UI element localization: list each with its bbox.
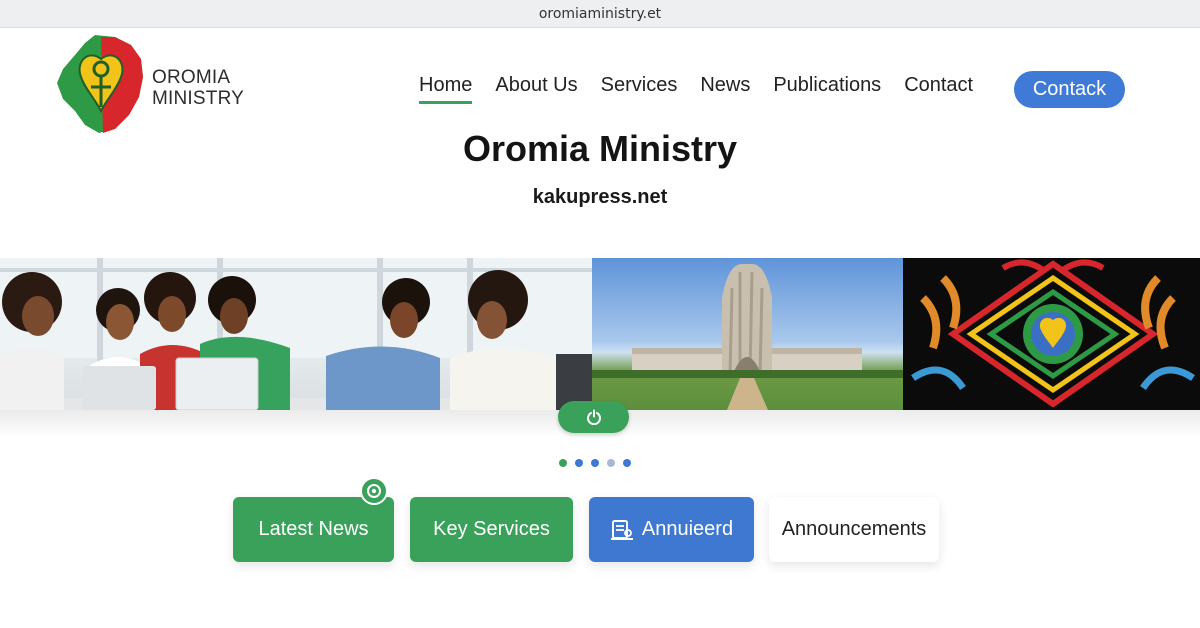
key-services-label: Key Services	[433, 518, 550, 540]
annuieerd-label: Annuieerd	[641, 518, 734, 540]
oromia-map-emblem-icon	[57, 35, 143, 133]
site-logo[interactable]: OROMIA MINISTRY	[55, 33, 255, 137]
office-team-illustration	[0, 258, 592, 410]
page-title: Oromia Ministry	[462, 128, 738, 169]
nav-home[interactable]: Home	[419, 74, 473, 104]
carousel-dot-2[interactable]	[575, 459, 583, 467]
pattern-illustration	[911, 259, 1195, 408]
latest-news-card[interactable]: Latest News	[233, 497, 394, 562]
oromo-pattern-art	[903, 258, 1200, 410]
document-icon	[610, 519, 633, 540]
government-building-photo	[592, 258, 903, 410]
latest-news-label: Latest News	[258, 518, 369, 540]
page-subtitle: kakupress.net	[532, 186, 668, 208]
eye-badge[interactable]	[360, 477, 388, 505]
carousel-indicators	[559, 459, 639, 467]
announcements-card[interactable]: Announcements	[769, 497, 939, 562]
carousel-control-button[interactable]	[558, 401, 629, 433]
carousel-dot-3[interactable]	[591, 459, 599, 467]
url-text: oromiaministry.et	[538, 5, 662, 22]
main-navigation: Home About Us Services News Publications…	[419, 74, 996, 104]
eye-icon	[367, 484, 381, 498]
announcements-label: Announcements	[781, 518, 927, 540]
carousel-dot-4[interactable]	[607, 459, 615, 467]
nav-contact[interactable]: Contact	[904, 74, 973, 104]
carousel-dot-5[interactable]	[623, 459, 631, 467]
building-illustration	[592, 264, 903, 410]
nav-news[interactable]: News	[700, 74, 750, 104]
annuieerd-card[interactable]: Annuieerd	[589, 497, 754, 562]
carousel-dot-1[interactable]	[559, 459, 567, 467]
hero-banner-carousel[interactable]	[0, 258, 1200, 410]
logo-wordmark: OROMIA MINISTRY	[152, 67, 244, 109]
nav-about-us[interactable]: About Us	[495, 74, 577, 104]
power-icon	[586, 409, 601, 425]
contact-cta-button[interactable]: Contack	[1014, 71, 1125, 108]
office-team-photo	[0, 258, 592, 410]
logo-line-2: MINISTRY	[152, 88, 245, 109]
key-services-card[interactable]: Key Services	[410, 497, 573, 562]
browser-address-bar[interactable]: oromiaministry.et	[0, 0, 1200, 28]
nav-publications[interactable]: Publications	[773, 74, 881, 104]
logo-line-1: OROMIA	[152, 67, 231, 88]
nav-services[interactable]: Services	[601, 74, 678, 104]
